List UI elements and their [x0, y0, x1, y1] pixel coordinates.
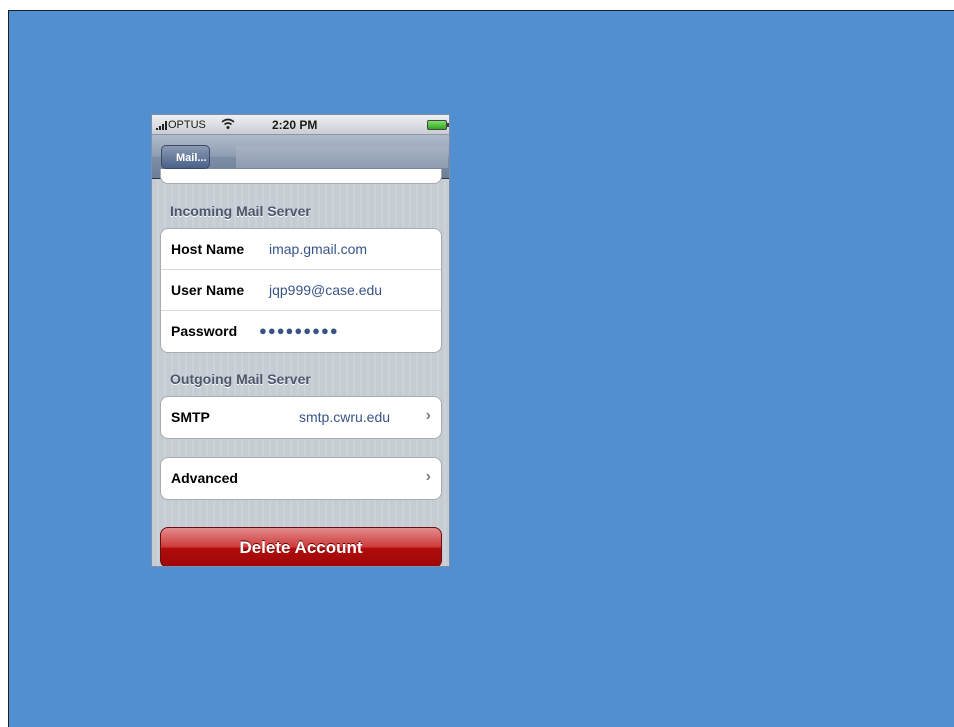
password-row[interactable]: Password ●●●●●●●●● [161, 311, 441, 352]
smtp-label: SMTP [171, 409, 210, 425]
carrier-name: OPTUS [168, 119, 206, 131]
advanced-row[interactable]: Advanced › [161, 458, 441, 499]
smtp-row[interactable]: SMTP smtp.cwru.edu › [161, 397, 441, 438]
battery-icon [427, 120, 449, 130]
password-label: Password [171, 323, 238, 339]
status-bar: OPTUS 2:20 PM [152, 115, 449, 135]
delete-account-button[interactable]: Delete Account [160, 527, 442, 566]
incoming-section-header: Incoming Mail Server [170, 203, 311, 219]
outgoing-section-header: Outgoing Mail Server [170, 371, 311, 387]
user-name-field[interactable]: jqp999@case.edu [269, 282, 382, 298]
wifi-icon [221, 118, 235, 133]
slide-background: OPTUS 2:20 PM Mail... Incoming Mail Serv… [8, 10, 954, 727]
host-name-row[interactable]: Host Name imap.gmail.com [161, 229, 441, 270]
incoming-server-group: Host Name imap.gmail.com User Name jqp99… [160, 228, 442, 353]
user-name-label: User Name [171, 282, 245, 298]
status-time: 2:20 PM [272, 118, 318, 132]
back-button-label: Mail... [176, 152, 207, 164]
password-field[interactable]: ●●●●●●●●● [259, 323, 339, 338]
chevron-right-icon: › [425, 468, 431, 485]
advanced-label: Advanced [171, 470, 238, 486]
chevron-right-icon: › [425, 407, 431, 424]
phone-screen: OPTUS 2:20 PM Mail... Incoming Mail Serv… [151, 114, 450, 567]
back-button[interactable]: Mail... [161, 145, 210, 169]
smtp-value: smtp.cwru.edu [299, 409, 391, 425]
nav-title-redacted [236, 146, 448, 168]
host-name-label: Host Name [171, 241, 245, 257]
previous-group-edge [160, 169, 442, 184]
outgoing-server-group: SMTP smtp.cwru.edu › [160, 396, 442, 439]
advanced-group: Advanced › [160, 457, 442, 500]
host-name-field[interactable]: imap.gmail.com [269, 241, 367, 257]
user-name-row[interactable]: User Name jqp999@case.edu [161, 270, 441, 311]
